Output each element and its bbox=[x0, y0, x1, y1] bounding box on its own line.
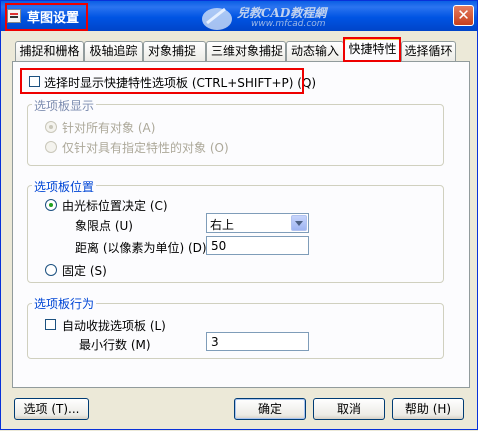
tab-label: 极轴追踪 bbox=[89, 44, 138, 58]
tab-label: 三维对象捕捉 bbox=[211, 44, 284, 58]
drafting-settings-dialog: 草图设置 兒教CAD教程網 www.mfcad.com ✕ 捕捉和栅格 极轴追踪… bbox=[0, 0, 478, 430]
watermark-url: www.mfcad.com bbox=[251, 19, 326, 29]
palette-location-title: 选项板位置 bbox=[32, 178, 97, 195]
quadrant-select[interactable]: 右上 bbox=[206, 213, 309, 233]
title-highlight-box bbox=[5, 3, 88, 31]
tab-label: 对象捕捉 bbox=[148, 44, 197, 58]
watermark-icon bbox=[202, 7, 232, 30]
specified-objects-label[interactable]: 仅针对具有指定特性的对象 (O) bbox=[62, 139, 229, 156]
distance-input[interactable]: 50 bbox=[206, 236, 309, 255]
title-bar[interactable]: 草图设置 兒教CAD教程網 www.mfcad.com ✕ bbox=[1, 1, 477, 31]
all-objects-label[interactable]: 针对所有对象 (A) bbox=[62, 119, 155, 136]
options-button[interactable]: 选项 (T)... bbox=[14, 398, 89, 420]
checkbox-highlight-box bbox=[20, 68, 304, 94]
help-button[interactable]: 帮助 (H) bbox=[392, 398, 464, 420]
palette-display-title: 选项板显示 bbox=[32, 97, 97, 114]
tab-3d-object-snap[interactable]: 三维对象捕捉 bbox=[206, 41, 286, 61]
tab-object-snap[interactable]: 对象捕捉 bbox=[143, 41, 206, 61]
specified-objects-radio[interactable] bbox=[45, 141, 57, 153]
quadrant-value: 右上 bbox=[210, 218, 235, 232]
static-location-radio[interactable] bbox=[45, 264, 57, 276]
min-rows-input[interactable]: 3 bbox=[206, 332, 309, 351]
tab-polar-tracking[interactable]: 极轴追踪 bbox=[84, 41, 143, 61]
tab-highlight-box bbox=[343, 37, 401, 62]
tab-dynamic-input[interactable]: 动态输入 bbox=[286, 41, 344, 61]
watermark-logo: 兒教CAD教程網 www.mfcad.com bbox=[199, 3, 369, 33]
auto-collapse-checkbox[interactable] bbox=[45, 319, 56, 330]
tab-snap-and-grid[interactable]: 捕捉和栅格 bbox=[15, 41, 84, 61]
min-rows-label: 最小行数 (M) bbox=[79, 338, 151, 352]
quadrant-label: 象限点 (U) bbox=[75, 219, 133, 233]
cancel-button[interactable]: 取消 bbox=[313, 398, 385, 420]
close-icon: ✕ bbox=[457, 6, 470, 24]
cursor-location-label[interactable]: 由光标位置决定 (C) bbox=[62, 197, 168, 214]
min-rows-value: 3 bbox=[211, 335, 219, 349]
auto-collapse-label[interactable]: 自动收拢选项板 (L) bbox=[62, 317, 166, 334]
chevron-down-icon[interactable] bbox=[291, 215, 307, 231]
tab-selection-cycling[interactable]: 选择循环 bbox=[401, 41, 456, 61]
ok-button[interactable]: 确定 bbox=[234, 398, 306, 420]
tab-label: 选择循环 bbox=[404, 44, 453, 58]
close-button[interactable]: ✕ bbox=[453, 5, 474, 26]
cursor-location-radio[interactable] bbox=[45, 199, 57, 211]
tab-label: 动态输入 bbox=[290, 44, 339, 58]
tab-label: 捕捉和栅格 bbox=[19, 44, 80, 58]
distance-value: 50 bbox=[211, 239, 227, 253]
static-location-label[interactable]: 固定 (S) bbox=[62, 262, 107, 279]
palette-behavior-title: 选项板行为 bbox=[32, 295, 97, 312]
all-objects-radio[interactable] bbox=[45, 121, 57, 133]
distance-label: 距离 (以像素为单位) (D) bbox=[75, 241, 207, 255]
